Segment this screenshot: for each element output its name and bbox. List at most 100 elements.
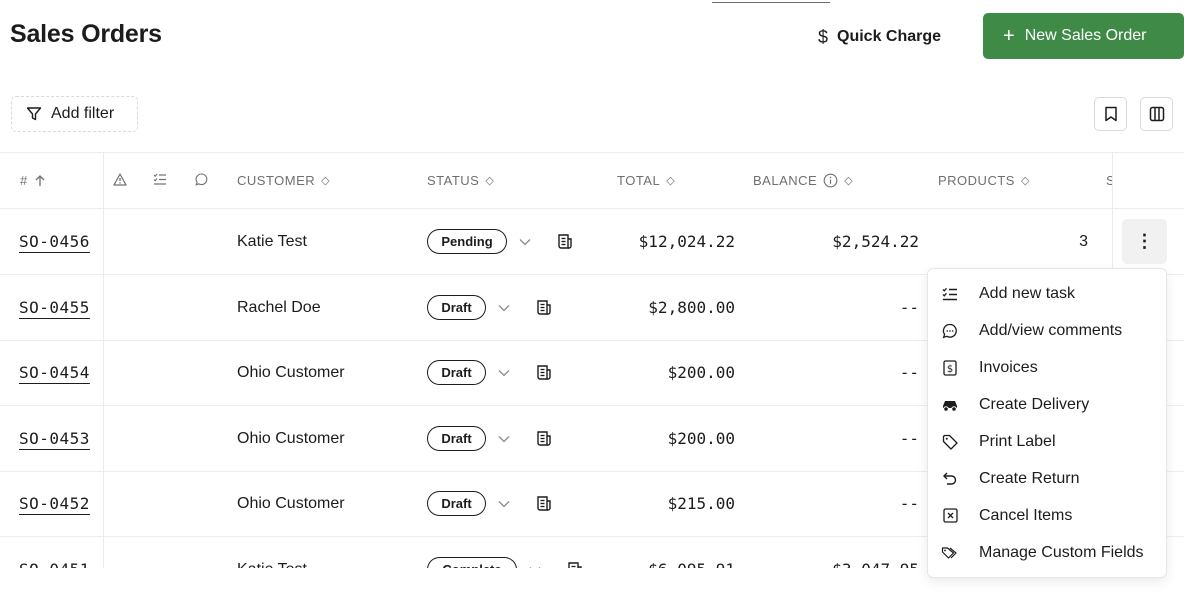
new-sales-order-label: New Sales Order xyxy=(1024,27,1147,44)
add-filter-label: Add filter xyxy=(51,105,115,122)
customer-cell: Katie Test xyxy=(237,232,307,250)
balance-cell: -- xyxy=(899,363,919,382)
menu-item-add-new-task[interactable]: Add new task xyxy=(928,275,1168,312)
order-number-link[interactable]: SO-0455 xyxy=(19,298,90,317)
order-number-link[interactable]: SO-0456 xyxy=(19,232,90,251)
sort-ascending-icon xyxy=(35,174,45,186)
customer-cell: Ohio Customer xyxy=(237,429,345,447)
invoice-icon: $ xyxy=(940,359,960,376)
sort-toggle-icon: ◇ xyxy=(485,175,495,187)
column-total[interactable]: TOTAL ◇ xyxy=(617,173,675,188)
column-customer[interactable]: CUSTOMER ◇ xyxy=(237,173,330,188)
page-title: Sales Orders xyxy=(10,20,162,48)
order-number-link[interactable]: SO-0452 xyxy=(19,494,90,513)
total-cell: $2,800.00 xyxy=(648,298,735,317)
order-number-cell: SO-0453 xyxy=(19,406,90,471)
order-number-cell: SO-0452 xyxy=(19,471,90,536)
comment-icon xyxy=(195,173,208,186)
kebab-menu-icon: ⋮ xyxy=(1135,231,1154,251)
quick-charge-label: Quick Charge xyxy=(837,28,942,45)
add-filter-button[interactable]: Add filter xyxy=(11,96,138,132)
total-cell: $200.00 xyxy=(667,429,735,448)
sort-toggle-icon: ◇ xyxy=(1020,175,1030,187)
status-cell: Draft xyxy=(427,406,486,471)
order-number-link[interactable]: SO-0453 xyxy=(19,429,90,448)
status-badge: Draft xyxy=(427,426,486,451)
return-arrow-icon xyxy=(940,471,960,487)
menu-item-print-label[interactable]: Print Label xyxy=(928,423,1168,460)
column-status[interactable]: STATUS ◇ xyxy=(427,173,494,188)
table-row[interactable]: SO-0456 Katie Test Pending $12,024.22 $2,524… xyxy=(0,209,1184,275)
status-cell: Draft xyxy=(427,471,486,536)
balance-cell: -- xyxy=(899,494,919,513)
tag-icon xyxy=(940,434,960,450)
receipt-icon[interactable] xyxy=(535,340,553,405)
balance-cell: -- xyxy=(899,298,919,317)
menu-item-add-view-comments[interactable]: Add/view comments xyxy=(928,312,1168,349)
tags-icon xyxy=(940,546,960,560)
order-number-cell: SO-0454 xyxy=(19,340,90,405)
bookmark-icon xyxy=(1104,106,1117,122)
status-badge: Draft xyxy=(427,360,486,385)
status-dropdown-icon[interactable] xyxy=(498,471,510,536)
products-cell: 3 xyxy=(1079,232,1088,250)
receipt-icon[interactable] xyxy=(535,406,553,471)
receipt-icon[interactable] xyxy=(535,471,553,536)
column-products[interactable]: PRODUCTS ◇ xyxy=(938,173,1030,188)
column-comments[interactable] xyxy=(195,173,208,186)
cancel-box-icon xyxy=(940,508,960,523)
status-badge: Pending xyxy=(427,229,507,254)
order-number-link[interactable]: SO-0454 xyxy=(19,363,90,382)
column-number[interactable]: # xyxy=(20,173,46,188)
total-cell: $215.00 xyxy=(667,494,735,513)
sort-toggle-icon: ◇ xyxy=(666,175,676,187)
status-cell: Pending xyxy=(427,209,507,274)
column-tasks[interactable] xyxy=(153,173,167,185)
saved-views-button[interactable] xyxy=(1094,97,1127,131)
column-alerts[interactable] xyxy=(113,173,127,186)
new-sales-order-button[interactable]: + New Sales Order xyxy=(983,13,1184,59)
receipt-icon[interactable] xyxy=(535,275,553,340)
status-dropdown-icon[interactable] xyxy=(519,209,531,274)
status-dropdown-icon[interactable] xyxy=(498,406,510,471)
status-cell: Draft xyxy=(427,340,486,405)
task-list-icon xyxy=(940,287,960,301)
plus-icon: + xyxy=(1003,25,1015,47)
status-cell: Draft xyxy=(427,275,486,340)
row-actions-menu: Add new task Add/view comments $ Invoice… xyxy=(927,268,1167,578)
column-extra-clipped[interactable]: S xyxy=(1106,173,1112,188)
balance-cell: $2,524.22 xyxy=(832,232,919,251)
comment-icon xyxy=(940,323,960,339)
info-icon xyxy=(823,173,838,188)
status-dropdown-icon[interactable] xyxy=(498,340,510,405)
row-actions-button[interactable]: ⋮ xyxy=(1122,219,1167,264)
status-badge: Draft xyxy=(427,295,486,320)
status-dropdown-icon[interactable] xyxy=(498,275,510,340)
customer-cell: Rachel Doe xyxy=(237,298,321,316)
customer-cell: Ohio Customer xyxy=(237,363,345,381)
menu-item-invoices[interactable]: $ Invoices xyxy=(928,349,1168,386)
truck-icon xyxy=(940,398,960,412)
total-cell: $200.00 xyxy=(667,363,735,382)
sort-toggle-icon: ◇ xyxy=(844,175,854,187)
filter-icon xyxy=(26,107,42,121)
menu-item-create-return[interactable]: Create Return xyxy=(928,460,1168,497)
status-badge: Draft xyxy=(427,491,486,516)
sort-toggle-icon: ◇ xyxy=(321,175,331,187)
menu-item-cancel-items[interactable]: Cancel Items xyxy=(928,497,1168,534)
columns-icon xyxy=(1149,106,1164,122)
column-balance[interactable]: BALANCE ◇ xyxy=(753,173,853,188)
table-header: # CUSTOMER ◇ STATUS ◇ TOTAL ◇ BALANCE ◇ xyxy=(0,152,1184,209)
total-cell: $12,024.22 xyxy=(638,232,735,251)
task-list-icon xyxy=(153,173,166,185)
svg-text:$: $ xyxy=(947,364,953,375)
customer-cell: Ohio Customer xyxy=(237,494,345,512)
columns-button[interactable] xyxy=(1140,97,1173,131)
menu-item-create-delivery[interactable]: Create Delivery xyxy=(928,386,1168,423)
warning-icon xyxy=(113,173,127,186)
balance-cell: -- xyxy=(899,429,919,448)
order-number-cell: SO-0456 xyxy=(19,209,90,274)
menu-item-manage-custom-fields[interactable]: Manage Custom Fields xyxy=(928,534,1168,571)
quick-charge-button[interactable]: $ Quick Charge xyxy=(818,22,941,52)
top-banner-clipped xyxy=(0,0,1184,8)
